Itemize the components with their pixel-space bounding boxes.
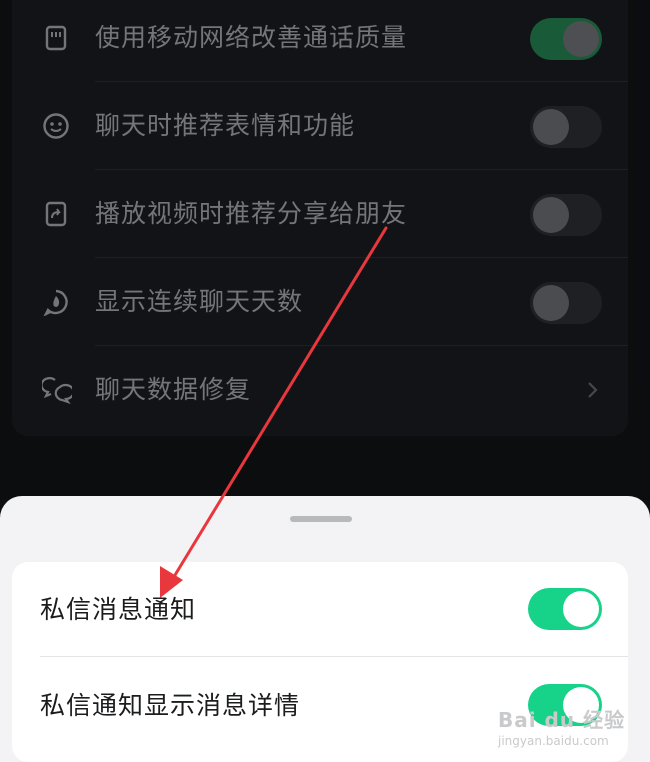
share-video-toggle[interactable] [530, 194, 602, 236]
setting-row-dm-notification[interactable]: 私信消息通知 [12, 562, 628, 657]
flame-chat-icon [42, 288, 70, 317]
setting-label: 私信通知显示消息详情 [40, 691, 301, 720]
watermark-text: Bai du 经验 [498, 708, 626, 732]
smiley-icon [42, 112, 70, 140]
setting-label: 播放视频时推荐分享给朋友 [95, 199, 408, 228]
setting-label: 私信消息通知 [40, 595, 197, 624]
sim-card-icon [42, 24, 70, 52]
dm-notification-toggle[interactable] [528, 588, 602, 630]
chevron-right-icon [586, 376, 600, 404]
setting-row-chat-repair[interactable]: 聊天数据修复 [12, 346, 628, 434]
watermark-url: jingyan.baidu.com [498, 734, 609, 748]
settings-card: 使用移动网络改善通话质量 聊天时推荐表情和功能 播放视频时推荐分享给朋友 显示连… [12, 0, 628, 436]
mobile-network-toggle[interactable] [530, 18, 602, 60]
baidu-watermark: Bai du 经验 jingyan.baidu.com [498, 704, 648, 762]
setting-row-chat-streak[interactable]: 显示连续聊天天数 [12, 258, 628, 346]
chat-repair-icon [40, 376, 75, 405]
toggle-knob [533, 197, 569, 233]
chat-streak-toggle[interactable] [530, 282, 602, 324]
setting-row-share-video[interactable]: 播放视频时推荐分享给朋友 [12, 170, 628, 258]
setting-label: 聊天数据修复 [95, 375, 252, 404]
drag-handle[interactable] [290, 516, 352, 522]
toggle-knob [563, 21, 599, 57]
toggle-knob [533, 109, 569, 145]
setting-label: 使用移动网络改善通话质量 [95, 23, 408, 52]
setting-row-mobile-network[interactable]: 使用移动网络改善通话质量 [12, 0, 628, 82]
setting-label: 聊天时推荐表情和功能 [95, 111, 356, 140]
recommend-emoji-toggle[interactable] [530, 106, 602, 148]
setting-row-recommend-emoji[interactable]: 聊天时推荐表情和功能 [12, 82, 628, 170]
toggle-knob [563, 591, 599, 627]
divider [40, 656, 628, 657]
setting-label: 显示连续聊天天数 [95, 287, 304, 316]
toggle-knob [533, 285, 569, 321]
share-video-icon [42, 200, 70, 228]
